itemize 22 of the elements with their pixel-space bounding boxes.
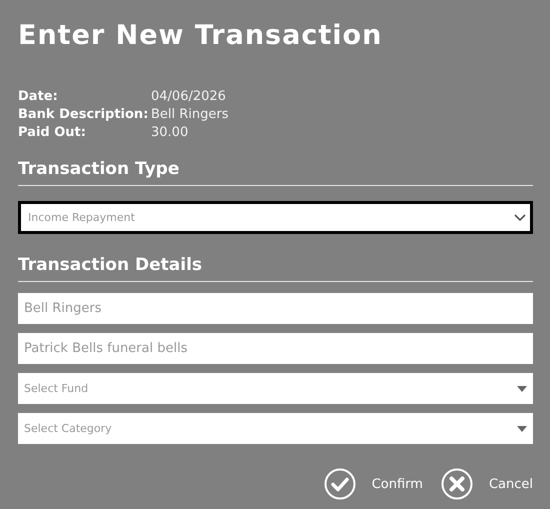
chevron-down-icon (514, 214, 526, 222)
dropdown-field[interactable]: Select Fund (18, 373, 533, 404)
section-heading: Transaction Type (18, 158, 533, 186)
info-label: Bank Description: (18, 106, 150, 124)
info-value: 30.00 (151, 124, 190, 142)
text-field[interactable]: Patrick Bells funeral bells (18, 333, 533, 364)
section-heading: Transaction Details (18, 254, 533, 282)
close-icon (440, 468, 473, 500)
text-field[interactable]: Bell Ringers (18, 293, 533, 324)
caret-down-icon (517, 426, 527, 432)
dialog-title: Enter New Transaction (18, 19, 384, 53)
transaction-type-select[interactable]: Income Repayment (18, 201, 533, 234)
caret-down-icon (517, 386, 527, 392)
info-label: Date: (18, 88, 59, 106)
dropdown-field[interactable]: Select Category (18, 413, 533, 444)
select-value: Income Repayment (28, 211, 135, 224)
check-icon (324, 468, 356, 500)
confirm-button[interactable]: Confirm (324, 468, 423, 500)
cancel-button[interactable]: Cancel (440, 468, 533, 500)
info-value: 04/06/2026 (151, 88, 227, 106)
info-value: Bell Ringers (151, 106, 230, 124)
info-label: Paid Out: (18, 124, 87, 142)
